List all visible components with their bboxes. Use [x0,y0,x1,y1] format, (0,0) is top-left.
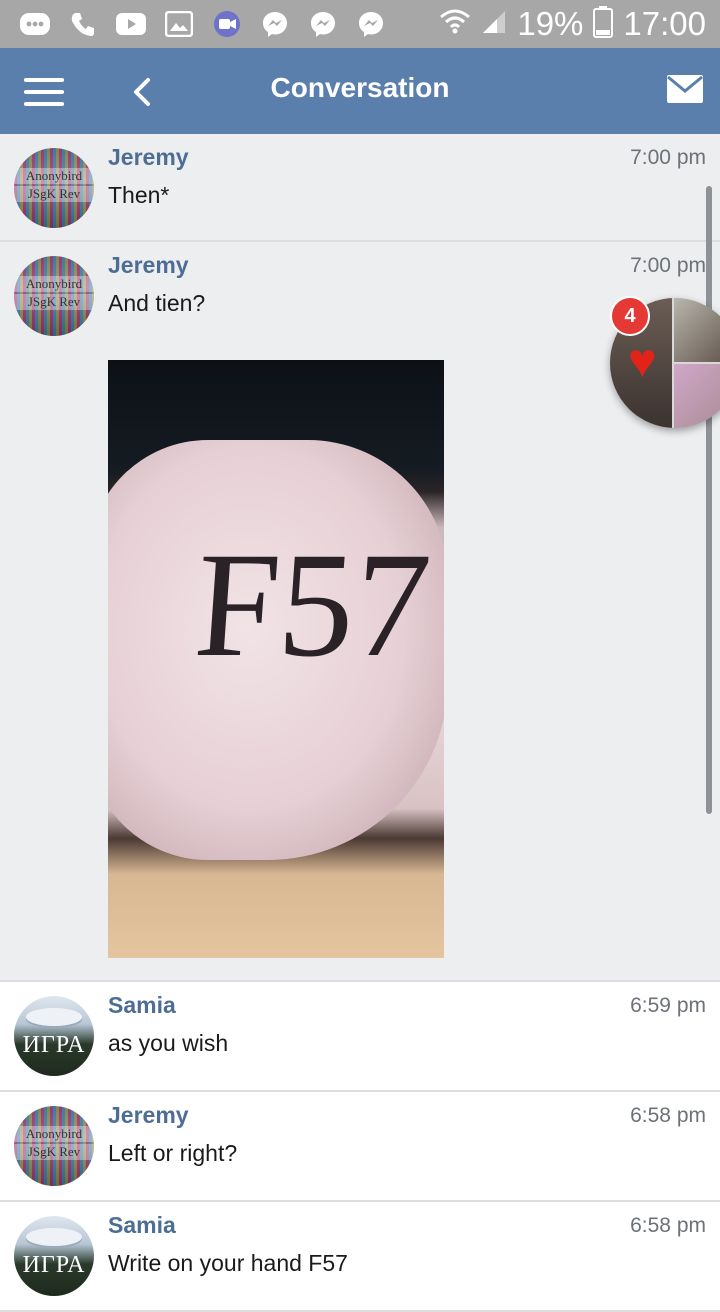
sender-name[interactable]: Jeremy [108,252,189,279]
status-bar: 19% 17:00 [0,0,720,48]
scrollbar[interactable] [706,186,712,814]
handwritten-text: F57 [190,522,436,688]
messenger-icon [354,8,388,40]
more-icon [18,8,52,40]
list-item[interactable]: ИГРА Samia 6:58 pm Write on your hand F5… [0,1202,720,1312]
message-text: Left or right? [108,1140,238,1166]
battery-percent: 19% [517,5,584,42]
youtube-icon [114,8,148,40]
signal-icon [481,9,507,40]
messenger-icon [306,8,340,40]
sender-name[interactable]: Samia [108,1212,176,1239]
heart-icon: ♥ [628,335,657,388]
message-text: Then* [108,182,170,208]
avatar[interactable]: Anonybird JSgK Rev [14,1106,94,1186]
list-item[interactable]: Anonybird JSgK Rev Jeremy 6:58 pm Left o… [0,1092,720,1202]
message-time: 6:58 pm [630,1104,706,1127]
sender-name[interactable]: Jeremy [108,1102,189,1129]
unread-count-badge: 4 [610,296,650,336]
message-text: as you wish [108,1030,229,1056]
messenger-icon [258,8,292,40]
list-item[interactable]: ИГРА Samia 6:59 pm as you wish [0,982,720,1092]
message-text: And tien? [108,290,206,316]
page-title: Conversation [270,72,450,103]
message-time: 6:59 pm [630,994,706,1017]
mail-icon[interactable] [666,74,704,104]
video-icon [210,8,244,40]
battery-icon [593,5,614,43]
gallery-icon [162,8,196,40]
message-time: 7:00 pm [630,254,706,277]
clock: 17:00 [623,5,706,42]
wifi-icon [439,8,471,41]
app-bar: Conversation [0,48,720,134]
message-text: Write on your hand F57 [108,1250,348,1276]
avatar[interactable]: Anonybird JSgK Rev [14,256,94,336]
message-time: 7:00 pm [630,146,706,169]
attached-photo[interactable]: F57 [108,360,444,958]
avatar[interactable]: Anonybird JSgK Rev [14,148,94,228]
avatar[interactable]: ИГРА [14,1216,94,1296]
avatar[interactable]: ИГРА [14,996,94,1076]
message-time: 6:58 pm [630,1214,706,1237]
sender-name[interactable]: Jeremy [108,144,189,171]
phone-icon [66,8,100,40]
sender-name[interactable]: Samia [108,992,176,1019]
list-item[interactable]: Anonybird JSgK Rev Jeremy 7:00 pm Then* [0,134,720,242]
